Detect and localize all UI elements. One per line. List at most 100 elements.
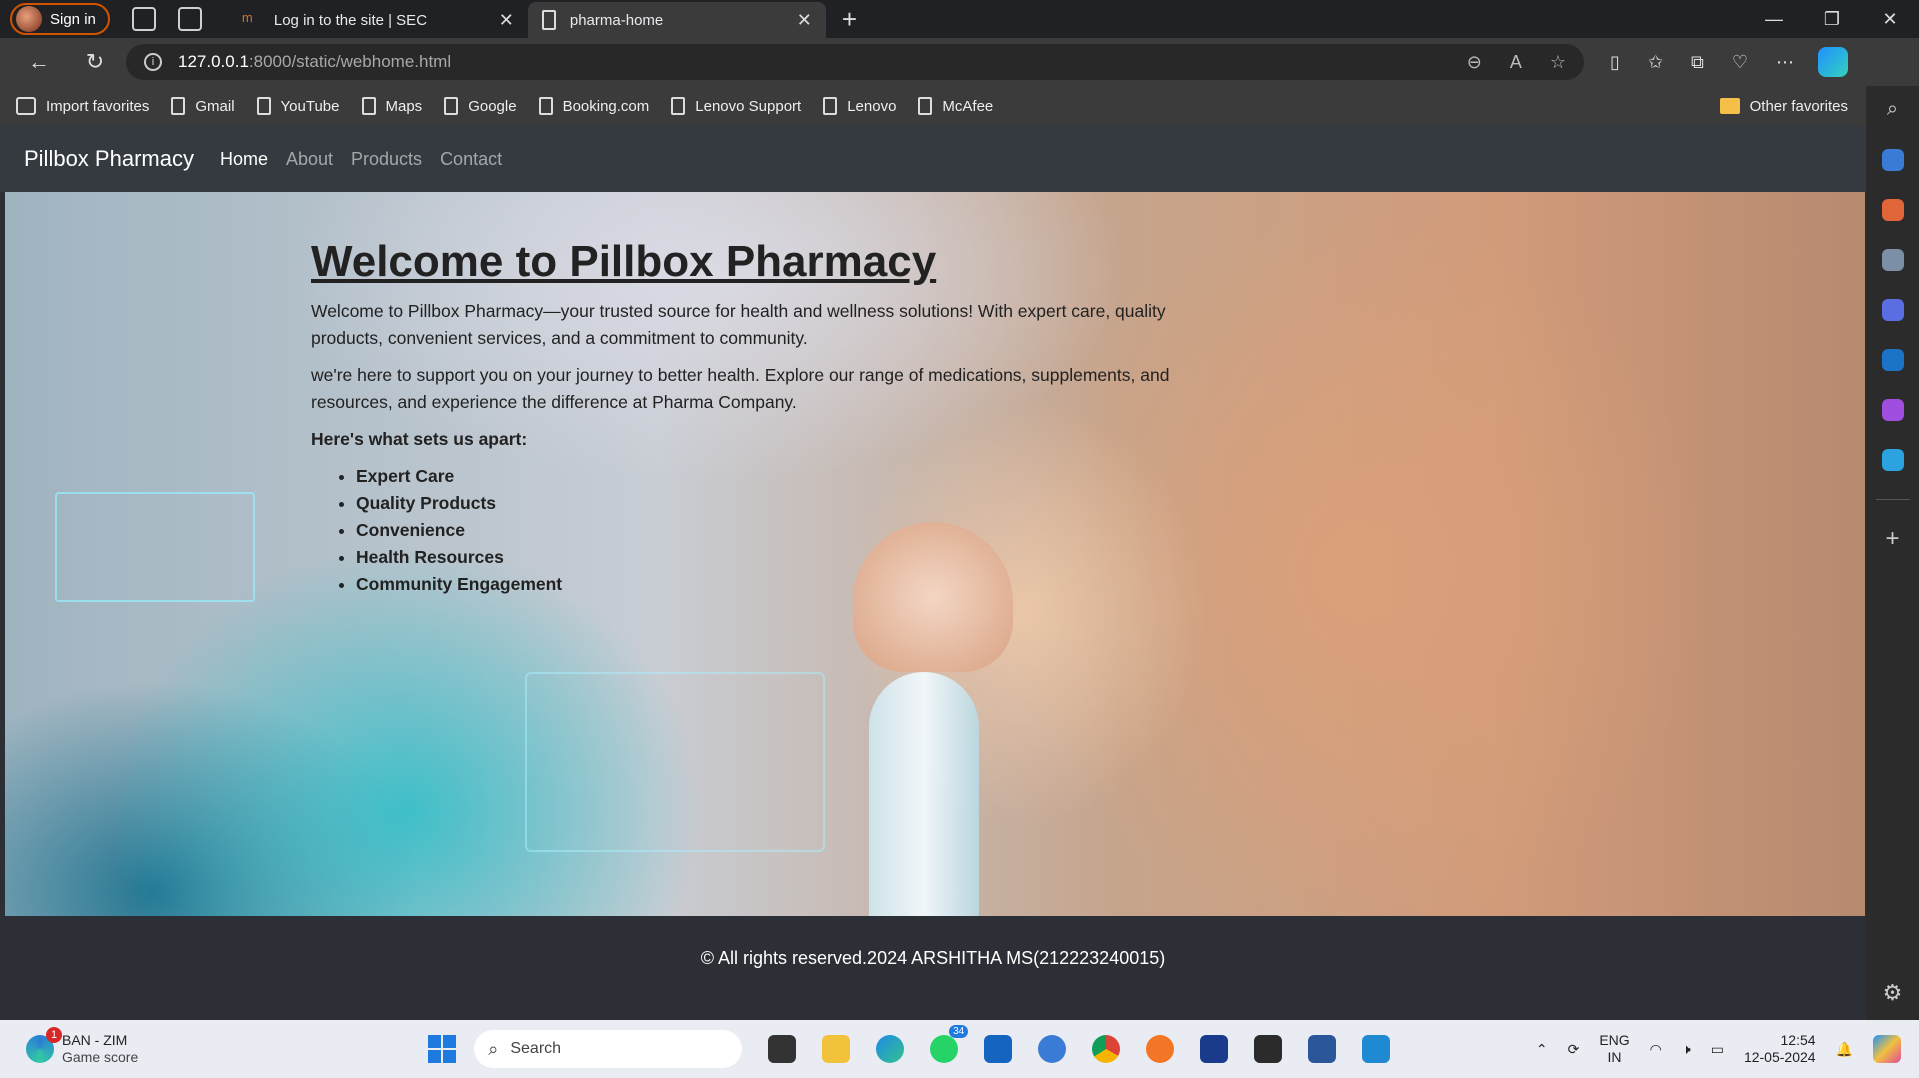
- favorites-icon[interactable]: ✩: [1648, 52, 1663, 73]
- site-footer: © All rights reserved.2024 ARSHITHA MS(2…: [700, 947, 1166, 968]
- favorite-label: Lenovo Support: [695, 97, 802, 115]
- read-aloud-icon[interactable]: A: [1510, 52, 1522, 73]
- shopping-icon[interactable]: [1881, 149, 1904, 171]
- whatsapp-icon[interactable]: 34: [930, 1025, 969, 1063]
- collections-icon[interactable]: ⧉: [1691, 52, 1704, 73]
- clock[interactable]: 12:54 12-05-2024: [1744, 1032, 1816, 1066]
- toolbar-icons: ▯ ✩ ⧉ ♡ ⋯: [1610, 52, 1794, 73]
- nav-link-contact[interactable]: Contact: [440, 149, 502, 170]
- outlook-icon[interactable]: [1881, 349, 1904, 371]
- info-icon[interactable]: i: [144, 53, 162, 71]
- favorite-mcafee[interactable]: McAfee: [918, 97, 993, 115]
- wifi-icon[interactable]: ◠: [1650, 1041, 1662, 1058]
- minimize-icon[interactable]: —: [1745, 9, 1803, 30]
- task-view-icon[interactable]: [768, 1035, 797, 1063]
- page-icon: [671, 97, 686, 115]
- favorite-youtube[interactable]: YouTube: [256, 97, 340, 115]
- close-tab-icon[interactable]: ✕: [499, 10, 514, 31]
- web-page: Pillbox Pharmacy Home About Products Con…: [0, 126, 1866, 1020]
- settings-gear-icon[interactable]: ⚙: [1883, 980, 1903, 1006]
- globe-app-icon[interactable]: [1038, 1035, 1067, 1063]
- url-path: :8000/static/webhome.html: [248, 52, 452, 71]
- file-explorer-icon[interactable]: [822, 1035, 851, 1063]
- notification-bell-icon[interactable]: 🔔: [1836, 1041, 1853, 1058]
- score-subtitle: Game score: [62, 1049, 139, 1065]
- back-icon[interactable]: ←: [22, 49, 56, 75]
- favorite-gmail[interactable]: Gmail: [171, 97, 235, 115]
- copilot-taskbar-icon[interactable]: [1873, 1035, 1901, 1063]
- word-icon[interactable]: [1308, 1035, 1337, 1063]
- close-window-icon[interactable]: ✕: [1861, 9, 1919, 30]
- notification-badge: 1: [46, 1027, 62, 1043]
- designer-icon[interactable]: [1881, 399, 1904, 421]
- add-icon[interactable]: +: [1885, 527, 1899, 551]
- split-screen-icon[interactable]: ▯: [1610, 52, 1620, 73]
- terminal-icon[interactable]: [1254, 1035, 1283, 1063]
- favorite-lenovo[interactable]: Lenovo: [823, 97, 896, 115]
- favorite-label: Maps: [385, 97, 423, 115]
- refresh-icon[interactable]: ↻: [78, 49, 112, 75]
- send-icon[interactable]: [1881, 449, 1904, 471]
- page-icon: [256, 97, 271, 115]
- intro-paragraph: Welcome to Pillbox Pharmacy—your trusted…: [311, 301, 1166, 348]
- microsoft-store-icon[interactable]: [984, 1035, 1013, 1063]
- new-tab-button[interactable]: +: [842, 4, 857, 35]
- edge-sidebar: ⌕ + ⚙: [1866, 86, 1919, 1020]
- restore-icon[interactable]: ❐: [1803, 9, 1861, 30]
- favorite-maps[interactable]: Maps: [361, 97, 423, 115]
- score-title: BAN - ZIM: [62, 1032, 128, 1048]
- chrome-icon[interactable]: [1092, 1035, 1121, 1063]
- other-favorites[interactable]: Other favorites: [1719, 98, 1848, 115]
- nav-link-products[interactable]: Products: [351, 149, 422, 170]
- workspaces-icon[interactable]: [131, 7, 156, 31]
- tab-pharma-home[interactable]: pharma-home ✕: [527, 2, 826, 38]
- favorite-import[interactable]: Import favorites: [16, 97, 149, 115]
- tab-login[interactable]: m Log in to the site | SEC ✕: [228, 2, 528, 38]
- nav-link-home[interactable]: Home: [220, 149, 268, 170]
- favorite-booking[interactable]: Booking.com: [538, 97, 650, 115]
- sidebar-divider: [1875, 499, 1910, 500]
- search-icon[interactable]: ⌕: [1887, 98, 1898, 121]
- battery-icon[interactable]: ▭: [1711, 1041, 1724, 1058]
- close-tab-icon[interactable]: ✕: [797, 10, 812, 31]
- sync-icon[interactable]: ⟳: [1568, 1041, 1580, 1058]
- lenovo-l-icon[interactable]: [1200, 1035, 1229, 1063]
- clock-time: 12:54: [1780, 1032, 1816, 1048]
- page-icon: [823, 97, 838, 115]
- page-icon: [538, 97, 553, 115]
- taskbar-search[interactable]: ⌕ Search: [474, 1030, 743, 1068]
- more-menu-icon[interactable]: ⋯: [1776, 52, 1794, 73]
- favorite-star-icon[interactable]: ☆: [1550, 52, 1566, 73]
- language-indicator[interactable]: ENG IN: [1599, 1032, 1629, 1066]
- lang-code: ENG: [1599, 1032, 1630, 1048]
- games-icon[interactable]: [1881, 249, 1904, 271]
- vscode-icon[interactable]: [1362, 1035, 1391, 1063]
- feature-list: Expert Care Quality Products Convenience…: [356, 463, 1171, 598]
- hero-banner: Welcome to Pillbox Pharmacy Welcome to P…: [5, 192, 1865, 916]
- favorite-label: Booking.com: [562, 97, 650, 115]
- favorite-lenovo-support[interactable]: Lenovo Support: [671, 97, 801, 115]
- windows-start-icon[interactable]: [428, 1035, 457, 1063]
- window-controls: — ❐ ✕: [1745, 9, 1919, 30]
- zoom-out-icon[interactable]: ⊖: [1467, 52, 1482, 73]
- site-brand[interactable]: Pillbox Pharmacy: [24, 146, 194, 172]
- volume-muted-icon[interactable]: 🕨: [1682, 1041, 1691, 1058]
- favorite-label: Gmail: [195, 97, 235, 115]
- jupyter-icon[interactable]: [1146, 1035, 1175, 1063]
- profile-signin-button[interactable]: Sign in: [10, 3, 110, 35]
- tools-icon[interactable]: [1881, 199, 1904, 221]
- edge-icon[interactable]: [876, 1035, 905, 1063]
- nav-link-about[interactable]: About: [286, 149, 333, 170]
- favorite-google[interactable]: Google: [444, 97, 517, 115]
- chevron-up-icon[interactable]: ⌃: [1536, 1041, 1548, 1058]
- tab-actions-icon[interactable]: [177, 7, 202, 31]
- address-bar[interactable]: i 127.0.0.1:8000/static/webhome.html ⊖ A…: [126, 44, 1584, 80]
- microsoft-365-icon[interactable]: [1881, 299, 1904, 321]
- favorites-bar: Import favorites Gmail YouTube Maps Goog…: [0, 86, 1866, 126]
- windows-taskbar: 1 BAN - ZIM Game score ⌕ Search 34 ⌃ ⟳ E…: [0, 1020, 1919, 1078]
- page-icon: [444, 97, 459, 115]
- browser-essentials-icon[interactable]: ♡: [1732, 52, 1748, 73]
- system-tray: ⌃ ⟳ ENG IN ◠ 🕨 ▭ 12:54 12-05-2024 🔔: [1536, 1032, 1901, 1066]
- score-widget[interactable]: 1 BAN - ZIM Game score: [26, 1027, 139, 1066]
- copilot-icon[interactable]: [1818, 47, 1848, 77]
